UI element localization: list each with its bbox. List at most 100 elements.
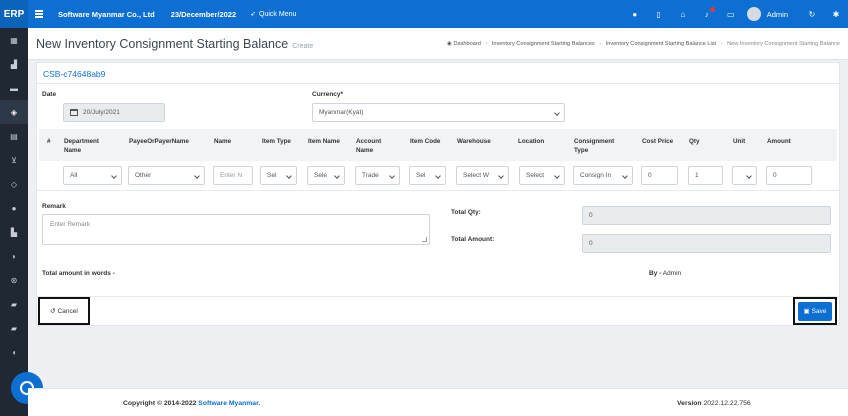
page-title: New Inventory Consignment Starting Balan…	[36, 37, 313, 51]
amount-value: 0	[773, 172, 777, 179]
unit-select[interactable]	[732, 166, 757, 185]
col-name: Name	[214, 138, 232, 145]
breadcrumb-dashboard[interactable]: Dashboard	[453, 41, 480, 47]
currency-label: Currency*	[312, 91, 344, 98]
col-warehouse: Warehouse	[457, 138, 491, 145]
document-icon[interactable]: ▯	[647, 10, 671, 19]
clipboard-icon[interactable]: ▭	[719, 10, 743, 19]
version: Version 2022.12.22.756	[677, 400, 751, 407]
divider	[37, 190, 839, 191]
dashboard-icon: ◉	[446, 41, 452, 47]
currency-select[interactable]: Myanmar(Kyat)	[312, 103, 565, 122]
location-select[interactable]: Select	[519, 166, 565, 185]
chart-icon[interactable]: ▟	[0, 52, 28, 76]
factory-icon[interactable]: ▙	[0, 220, 28, 244]
account-name-select[interactable]: Trade	[355, 166, 400, 185]
current-date: 23/December/2022	[170, 9, 237, 19]
col-consignment-type: Consignment Type	[574, 138, 615, 154]
copyright-text: Copyright © 2014-2022	[123, 400, 197, 407]
remark-label: Remark	[42, 203, 66, 210]
company-link[interactable]: Software Myanmar.	[198, 400, 260, 407]
cost-price-value: 0	[648, 172, 652, 179]
warehouse-value: Select W	[463, 172, 490, 179]
book-icon[interactable]: ▰	[0, 316, 28, 340]
total-qty-field: 0	[582, 206, 831, 225]
book-icon[interactable]: ▰	[0, 292, 28, 316]
save-label: Save	[811, 307, 827, 315]
breadcrumb-consignment-balances[interactable]: Inventory Consignment Starting Balances	[492, 41, 595, 47]
col-item-type: Item Type	[262, 138, 291, 145]
amount-input[interactable]: 0	[766, 166, 812, 185]
item-code-value: Sel	[416, 172, 426, 179]
remark-textarea[interactable]: Enter Remark	[42, 214, 430, 245]
col-payee-name: PayeeOrPayerName	[129, 138, 189, 145]
total-amount-value: 0	[589, 240, 593, 247]
page-subtitle: Create	[292, 43, 314, 50]
divider	[37, 83, 839, 84]
brand-logo[interactable]: ERP	[0, 0, 28, 28]
total-amount-field: 0	[582, 234, 831, 253]
item-type-select[interactable]: Sel	[260, 166, 297, 185]
item-code-select[interactable]: Sel	[409, 166, 446, 185]
amount-in-words-label: Total amount in words -	[42, 270, 115, 277]
date-field[interactable]: 20/July/2021	[63, 103, 165, 122]
total-amount-label: Total Amount:	[451, 236, 495, 243]
consignment-type-value: Consign In	[580, 172, 612, 179]
qty-input[interactable]: 1	[688, 166, 723, 185]
date-label: Date	[42, 91, 57, 98]
bell-icon[interactable]: ♪	[695, 6, 719, 19]
sidebar: ▦ ▟ ▬ ◈ ▤ ⊻ ◇ ● ▙ ◗ ⊛ ▰ ▰ ◖	[0, 28, 28, 416]
chat-icon[interactable]: ●	[623, 10, 647, 19]
col-department-name: Department Name	[64, 138, 99, 154]
user-name[interactable]: Admin	[767, 10, 788, 19]
clipboard-icon[interactable]: ▤	[0, 124, 28, 148]
breadcrumb-consignment-balance-list[interactable]: Inventory Consignment Starting Balance L…	[606, 41, 716, 47]
col-unit: Unit	[733, 138, 746, 145]
card-icon[interactable]: ▬	[0, 76, 28, 100]
item-type-value: Sel	[267, 172, 277, 179]
leaf-icon[interactable]: ◗	[0, 244, 28, 268]
cart-icon[interactable]: ⊻	[0, 148, 28, 172]
gear-icon[interactable]: ✱	[824, 10, 848, 19]
consignment-form-card: CSB-c74648ab9 Date 20/July/2021 Currency…	[36, 62, 840, 326]
quick-menu-button[interactable]: ➶ Quick Menu	[250, 10, 296, 19]
home-icon[interactable]: ⌂	[671, 10, 695, 19]
cancel-button[interactable]: ↺ Cancel	[38, 297, 90, 325]
total-qty-label: Total Qty:	[451, 209, 481, 216]
payee-value: Other	[135, 172, 152, 179]
save-button[interactable]: ▣ Save	[793, 297, 837, 325]
account-name-value: Trade	[362, 172, 379, 179]
col-index: #	[47, 138, 51, 145]
col-location: Location	[518, 138, 545, 145]
users-icon[interactable]: ●	[0, 196, 28, 220]
hamburger-menu-icon[interactable]	[28, 10, 50, 18]
items-table-header: # Department Name PayeeOrPayerName Name …	[39, 129, 837, 161]
payee-select[interactable]: Other	[128, 166, 205, 185]
cost-price-input[interactable]: 0	[641, 166, 678, 185]
calculator-icon[interactable]: ▦	[0, 28, 28, 52]
cog-icon[interactable]: ⊛	[0, 268, 28, 292]
company-name: Software Myanmar Co., Ltd	[58, 9, 155, 19]
department-select[interactable]: All	[63, 166, 122, 185]
currency-value: Myanmar(Kyat)	[319, 109, 364, 116]
breadcrumb: ◉ Dashboard › Inventory Consignment Star…	[446, 41, 840, 47]
remark-placeholder: Enter Remark	[50, 221, 91, 228]
col-item-code: Item Code	[410, 138, 441, 145]
created-by-value: Admin	[662, 270, 682, 277]
warehouse-select[interactable]: Select W	[456, 166, 509, 185]
breadcrumb-current: New Inventory Consignment Starting Balan…	[727, 41, 840, 47]
name-input[interactable]: Enter N	[213, 166, 253, 185]
col-item-name: Item Name	[308, 138, 340, 145]
avatar[interactable]	[746, 7, 761, 21]
department-value: All	[70, 172, 78, 179]
save-button-inner[interactable]: ▣ Save	[798, 301, 832, 321]
box-icon[interactable]: ◈	[0, 100, 28, 124]
item-name-select[interactable]: Sele	[307, 166, 345, 185]
col-qty: Qty	[689, 138, 700, 145]
diamond-icon[interactable]: ◇	[0, 172, 28, 196]
comment-icon[interactable]: ◖	[0, 340, 28, 364]
document-code: CSB-c74648ab9	[43, 69, 106, 79]
top-navbar: ERP Software Myanmar Co., Ltd 23/Decembe…	[0, 0, 848, 28]
refresh-icon[interactable]: ↻	[800, 10, 824, 19]
consignment-type-select[interactable]: Consign In	[573, 166, 633, 185]
